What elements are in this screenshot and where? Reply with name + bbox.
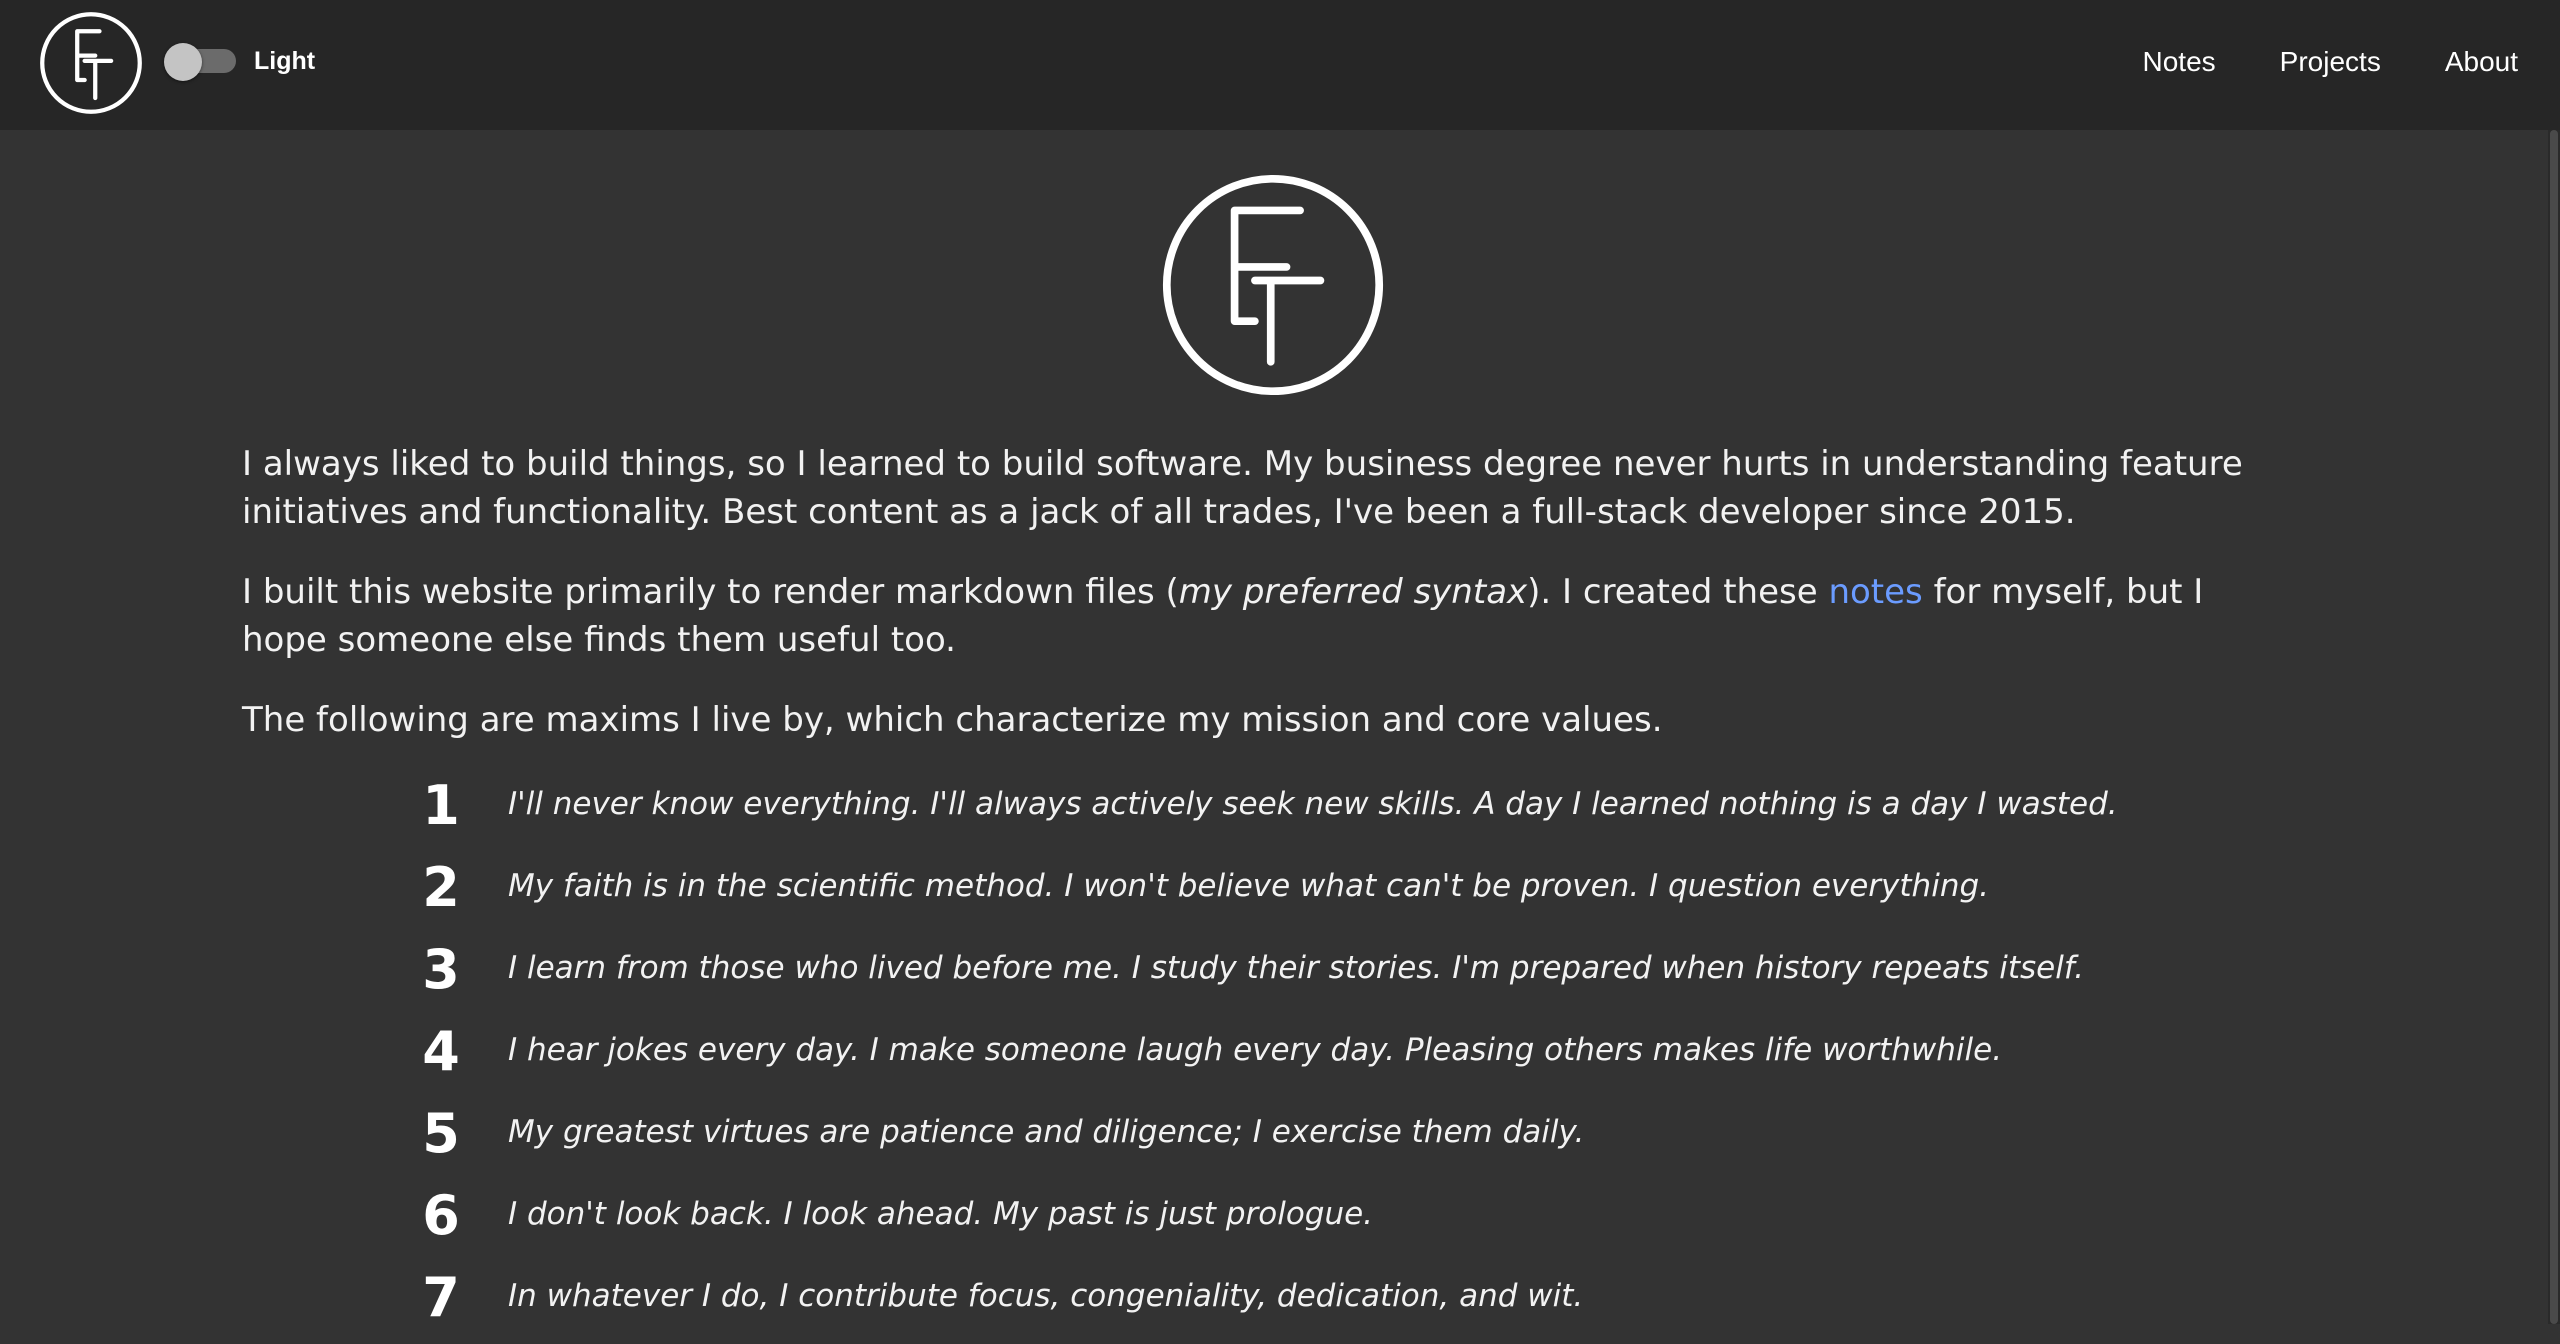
nav-link-about[interactable]: About xyxy=(2423,44,2540,80)
maxim-number: 4 xyxy=(422,1020,460,1083)
maxims-intro: The following are maxims I live by, whic… xyxy=(242,700,1663,740)
site-header: Light Notes Projects About xyxy=(0,0,2560,130)
markdown-text-before: I built this website primarily to render… xyxy=(242,572,1179,612)
ef-logo-icon[interactable] xyxy=(38,10,144,116)
maxim-number: 6 xyxy=(422,1184,460,1247)
main-nav: Notes Projects About xyxy=(2101,44,2540,80)
maxim-item: 6 I don't look back. I look ahead. My pa… xyxy=(420,1180,2420,1262)
markdown-paragraph: I built this website primarily to render… xyxy=(242,568,2292,664)
maxim-text: My faith is in the scientific method. I … xyxy=(508,868,1989,904)
maxim-number: 3 xyxy=(422,938,460,1001)
emphasis-text: my preferred syntax xyxy=(1178,572,1528,612)
maxim-item: 2 My faith is in the scientific method. … xyxy=(420,852,2420,934)
nav-link-projects[interactable]: Projects xyxy=(2258,44,2403,80)
toggle-thumb xyxy=(164,43,202,81)
maxim-text: I don't look back. I look ahead. My past… xyxy=(508,1196,1374,1232)
theme-toggle-label: Light xyxy=(254,47,316,75)
theme-toggle[interactable] xyxy=(164,43,238,81)
maxim-text: I learn from those who lived before me. … xyxy=(508,950,2085,986)
maxims-list: 1 I'll never know everything. I'll alway… xyxy=(420,770,2420,1344)
notes-link[interactable]: notes xyxy=(1828,572,1922,612)
maxim-text: I'll never know everything. I'll always … xyxy=(508,786,2118,822)
maxim-item: 3 I learn from those who lived before me… xyxy=(420,934,2420,1016)
markdown-text-middle: ). I created these xyxy=(1527,572,1829,612)
maxim-item: 7 In whatever I do, I contribute focus, … xyxy=(420,1262,2420,1344)
maxim-item: 1 I'll never know everything. I'll alway… xyxy=(420,770,2420,852)
maxim-number: 1 xyxy=(422,774,460,837)
main-content: I always liked to build things, so I lea… xyxy=(242,440,2292,776)
maxim-number: 5 xyxy=(422,1102,460,1165)
maxim-item: 4 I hear jokes every day. I make someone… xyxy=(420,1016,2420,1098)
maxim-text: I hear jokes every day. I make someone l… xyxy=(508,1032,2003,1068)
maxim-number: 7 xyxy=(422,1266,460,1329)
maxim-number: 2 xyxy=(422,856,460,919)
maxim-item: 5 My greatest virtues are patience and d… xyxy=(420,1098,2420,1180)
maxim-text: My greatest virtues are patience and dil… xyxy=(508,1114,1585,1150)
scrollbar-thumb[interactable] xyxy=(2550,130,2558,1324)
maxim-text: In whatever I do, I contribute focus, co… xyxy=(508,1278,1584,1314)
page-scrollbar[interactable] xyxy=(2548,130,2560,1324)
intro-paragraph: I always liked to build things, so I lea… xyxy=(242,444,2243,532)
nav-link-notes[interactable]: Notes xyxy=(2121,44,2238,80)
ef-hero-logo-icon xyxy=(1162,174,1384,396)
